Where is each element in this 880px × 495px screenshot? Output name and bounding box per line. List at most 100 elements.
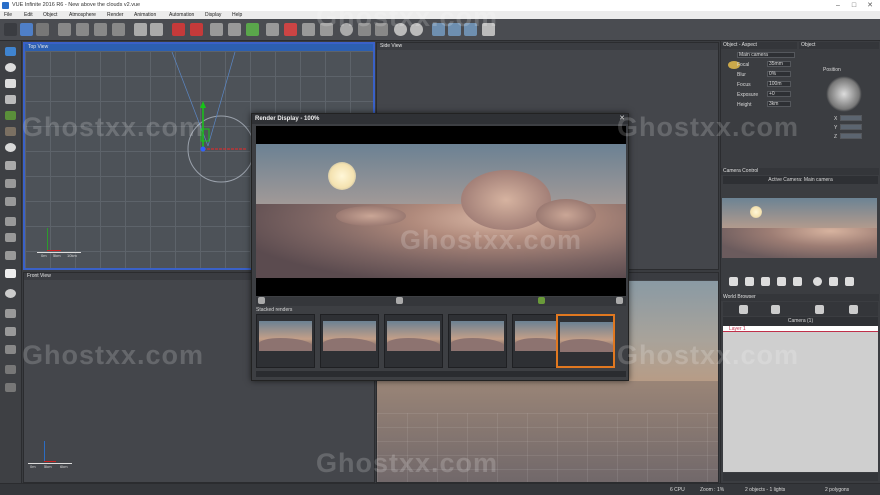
rock-icon[interactable] xyxy=(5,127,16,136)
boolean-icon[interactable] xyxy=(5,309,16,318)
focus-label: Focus xyxy=(737,82,751,88)
polygons-status: 2 polygons xyxy=(825,487,850,493)
height-label: Height xyxy=(737,102,752,108)
pyramid-icon[interactable] xyxy=(5,95,16,104)
menu-automation[interactable]: Automation xyxy=(169,12,194,18)
camera-nav-buttons xyxy=(729,277,869,287)
position-gizmo[interactable] xyxy=(826,76,862,112)
focal-field[interactable]: 35mm xyxy=(767,61,791,67)
menu-help[interactable]: Help xyxy=(232,12,242,18)
metablob-icon[interactable] xyxy=(5,327,16,336)
x-field[interactable] xyxy=(840,115,862,121)
terrain-icon[interactable] xyxy=(266,23,279,36)
minimize-icon[interactable]: – xyxy=(832,0,844,11)
app-icon xyxy=(2,2,9,9)
lathe-icon[interactable] xyxy=(5,345,16,354)
blur-label: Blur xyxy=(737,72,746,78)
stacked-render-thumb[interactable] xyxy=(448,314,507,368)
box-icon[interactable] xyxy=(228,23,241,36)
stacked-render-thumb[interactable] xyxy=(256,314,315,368)
terrain-object-icon[interactable] xyxy=(5,179,16,188)
render-display-title: Render Display - 100% xyxy=(252,114,628,124)
watermark: Ghostxx.com xyxy=(316,2,499,32)
move-tool-icon[interactable] xyxy=(172,23,185,36)
lock-icon[interactable] xyxy=(829,277,838,286)
orbit-icon[interactable] xyxy=(777,277,786,286)
menu-animation[interactable]: Animation xyxy=(134,12,156,18)
cross-icon[interactable] xyxy=(5,251,16,260)
object-tab[interactable]: Object xyxy=(799,42,879,49)
menu-atmosphere[interactable]: Atmosphere xyxy=(69,12,96,18)
menu-edit[interactable]: Edit xyxy=(24,12,33,18)
open-icon[interactable] xyxy=(20,23,33,36)
new-icon[interactable] xyxy=(4,23,17,36)
group-icon[interactable] xyxy=(302,23,315,36)
top-view-label: Top View xyxy=(25,44,373,51)
height-field[interactable]: 3km xyxy=(767,101,791,107)
menu-render[interactable]: Render xyxy=(107,12,123,18)
cloud-icon[interactable] xyxy=(210,23,223,36)
play-icon[interactable] xyxy=(793,277,802,286)
menu-object[interactable]: Object xyxy=(43,12,57,18)
watermark: Ghostxx.com xyxy=(22,340,205,370)
right-panel: Object - Aspect Object Main camera Focal… xyxy=(720,41,880,483)
stacked-render-thumb[interactable] xyxy=(384,314,443,368)
zoom-icon[interactable] xyxy=(813,277,822,286)
eco-icon[interactable] xyxy=(5,233,16,242)
materials-tab-icon[interactable] xyxy=(771,305,780,314)
objects-tab-icon[interactable] xyxy=(739,305,748,314)
sea-plane-icon[interactable] xyxy=(5,47,16,56)
save-camera-icon[interactable] xyxy=(845,277,854,286)
sphere-cut-icon[interactable] xyxy=(5,197,16,206)
sphere-icon[interactable] xyxy=(5,63,16,72)
camera-tree-item[interactable]: Camera (1) xyxy=(723,317,878,326)
close-icon[interactable]: ✕ xyxy=(864,0,876,11)
paint-icon[interactable] xyxy=(246,23,259,36)
camera-preview-sun xyxy=(750,206,762,218)
blur-field[interactable]: 0% xyxy=(767,71,791,77)
undo-icon[interactable] xyxy=(134,23,147,36)
plant-icon[interactable] xyxy=(5,111,16,120)
side-view-label: Side View xyxy=(377,43,718,50)
scale-top-0: 0m xyxy=(41,253,47,258)
paste-icon[interactable] xyxy=(94,23,107,36)
export-icon[interactable] xyxy=(5,383,16,392)
frame-icon[interactable] xyxy=(761,277,770,286)
redo-icon[interactable] xyxy=(150,23,163,36)
stacked-render-thumb[interactable] xyxy=(320,314,379,368)
save-icon[interactable] xyxy=(36,23,49,36)
exposure-field[interactable]: +0 xyxy=(767,91,791,97)
pan-hand-icon[interactable] xyxy=(729,277,738,286)
render-save-icon[interactable] xyxy=(616,297,623,304)
thumbs-scrollbar[interactable] xyxy=(256,371,626,377)
render-zoom-icon[interactable] xyxy=(396,297,403,304)
z-field[interactable] xyxy=(840,133,862,139)
render-channel-icon[interactable] xyxy=(538,297,545,304)
align-icon[interactable] xyxy=(284,23,297,36)
spline-icon[interactable] xyxy=(5,217,16,226)
window-title: VUE Infinite 2016 R6 - New above the clo… xyxy=(12,2,141,8)
menu-file[interactable]: File xyxy=(4,12,12,18)
cloud-object-icon[interactable] xyxy=(5,143,16,152)
stacked-render-thumb-selected[interactable] xyxy=(556,314,615,368)
y-field[interactable] xyxy=(840,124,862,130)
rotate-tool-icon[interactable] xyxy=(190,23,203,36)
camera-name-field[interactable]: Main camera xyxy=(737,52,795,58)
watermark: Ghostxx.com xyxy=(316,448,499,478)
import-icon[interactable] xyxy=(5,365,16,374)
layer-item[interactable]: Layer 1 xyxy=(729,326,746,332)
torus-icon[interactable] xyxy=(5,161,16,170)
maximize-icon[interactable]: □ xyxy=(848,0,860,11)
cut-icon[interactable] xyxy=(58,23,71,36)
light-icon[interactable] xyxy=(5,269,16,278)
text-icon[interactable] xyxy=(5,79,16,88)
delete-icon[interactable] xyxy=(112,23,125,36)
library-tab-icon[interactable] xyxy=(849,305,858,314)
sun-light-icon[interactable] xyxy=(5,289,16,298)
render-tool-icon[interactable] xyxy=(258,297,265,304)
move-down-icon[interactable] xyxy=(745,277,754,286)
sound-tab-icon[interactable] xyxy=(815,305,824,314)
menu-display[interactable]: Display xyxy=(205,12,221,18)
focus-field[interactable]: 100m xyxy=(767,81,791,87)
copy-icon[interactable] xyxy=(76,23,89,36)
